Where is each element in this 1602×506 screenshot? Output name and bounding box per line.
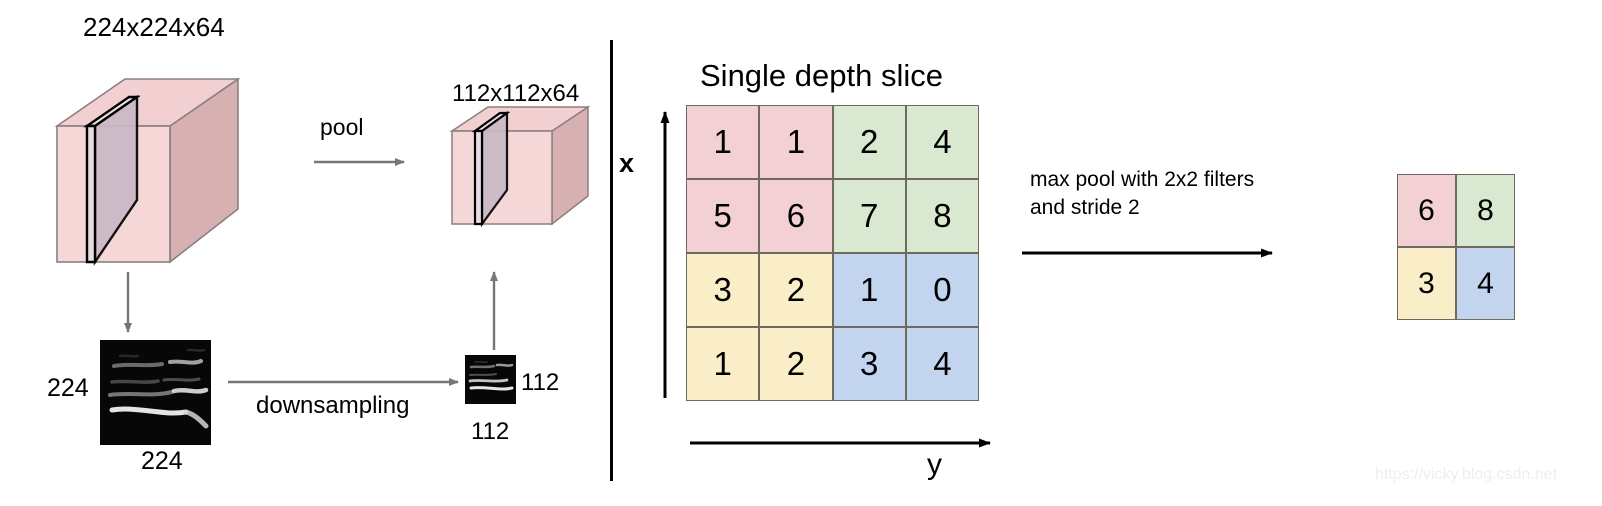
output-volume-cube	[449, 105, 591, 228]
axis-y-label: y	[927, 448, 942, 481]
diagram-canvas: 224x224x64 112x112x64 pool downsampling …	[0, 0, 1602, 506]
input-volume-cube	[54, 77, 241, 266]
input-matrix-cell-0-0: 1	[686, 105, 760, 179]
input-matrix-cell-1-2: 7	[832, 179, 906, 253]
input-matrix-cell-2-3: 0	[905, 253, 979, 327]
input-matrix-cell-1-0: 5	[686, 179, 760, 253]
input-matrix-cell-0-3: 4	[905, 105, 979, 179]
feature-map-112	[465, 355, 516, 404]
panel-divider	[610, 40, 613, 481]
input-matrix-cell-3-0: 1	[686, 327, 760, 401]
input-matrix-cell-0-2: 2	[832, 105, 906, 179]
input-matrix-cell-0-1: 1	[759, 105, 833, 179]
max-pool-operation-label: max pool with 2x2 filters and stride 2	[1030, 168, 1255, 219]
single-depth-slice-title: Single depth slice	[700, 58, 943, 93]
input-matrix-cell-3-3: 4	[905, 327, 979, 401]
output-matrix-grid: 6834	[1397, 174, 1515, 320]
output-map-height-label: 112	[521, 369, 560, 396]
input-matrix-cell-2-0: 3	[686, 253, 760, 327]
input-matrix-cell-1-1: 6	[759, 179, 833, 253]
feature-map-112-texture	[465, 355, 516, 404]
watermark-text: https://vicky.blog.csdn.net	[1375, 466, 1558, 483]
output-matrix-cell-1-0: 3	[1397, 247, 1456, 320]
output-matrix-cell-1-1: 4	[1456, 247, 1515, 320]
output-matrix-cell-0-0: 6	[1397, 174, 1456, 247]
feature-map-224	[100, 340, 211, 445]
input-matrix-cell-2-2: 1	[832, 253, 906, 327]
output-matrix-cell-0-1: 8	[1456, 174, 1515, 247]
input-map-height-label: 224	[47, 374, 89, 402]
output-volume-label: 112x112x64	[452, 80, 580, 107]
input-matrix-cell-3-1: 2	[759, 327, 833, 401]
axis-x-label: x	[619, 148, 635, 178]
input-map-width-label: 224	[141, 447, 183, 475]
feature-map-224-texture	[100, 340, 211, 445]
pool-arrow-label: pool	[320, 114, 364, 140]
input-matrix-cell-1-3: 8	[905, 179, 979, 253]
output-map-width-label: 112	[471, 418, 510, 445]
input-matrix-grid: 1124567832101234	[686, 105, 979, 401]
input-matrix-cell-2-1: 2	[759, 253, 833, 327]
downsampling-arrow-label: downsampling	[256, 392, 410, 419]
input-volume-label: 224x224x64	[83, 12, 225, 42]
input-matrix-cell-3-2: 3	[832, 327, 906, 401]
